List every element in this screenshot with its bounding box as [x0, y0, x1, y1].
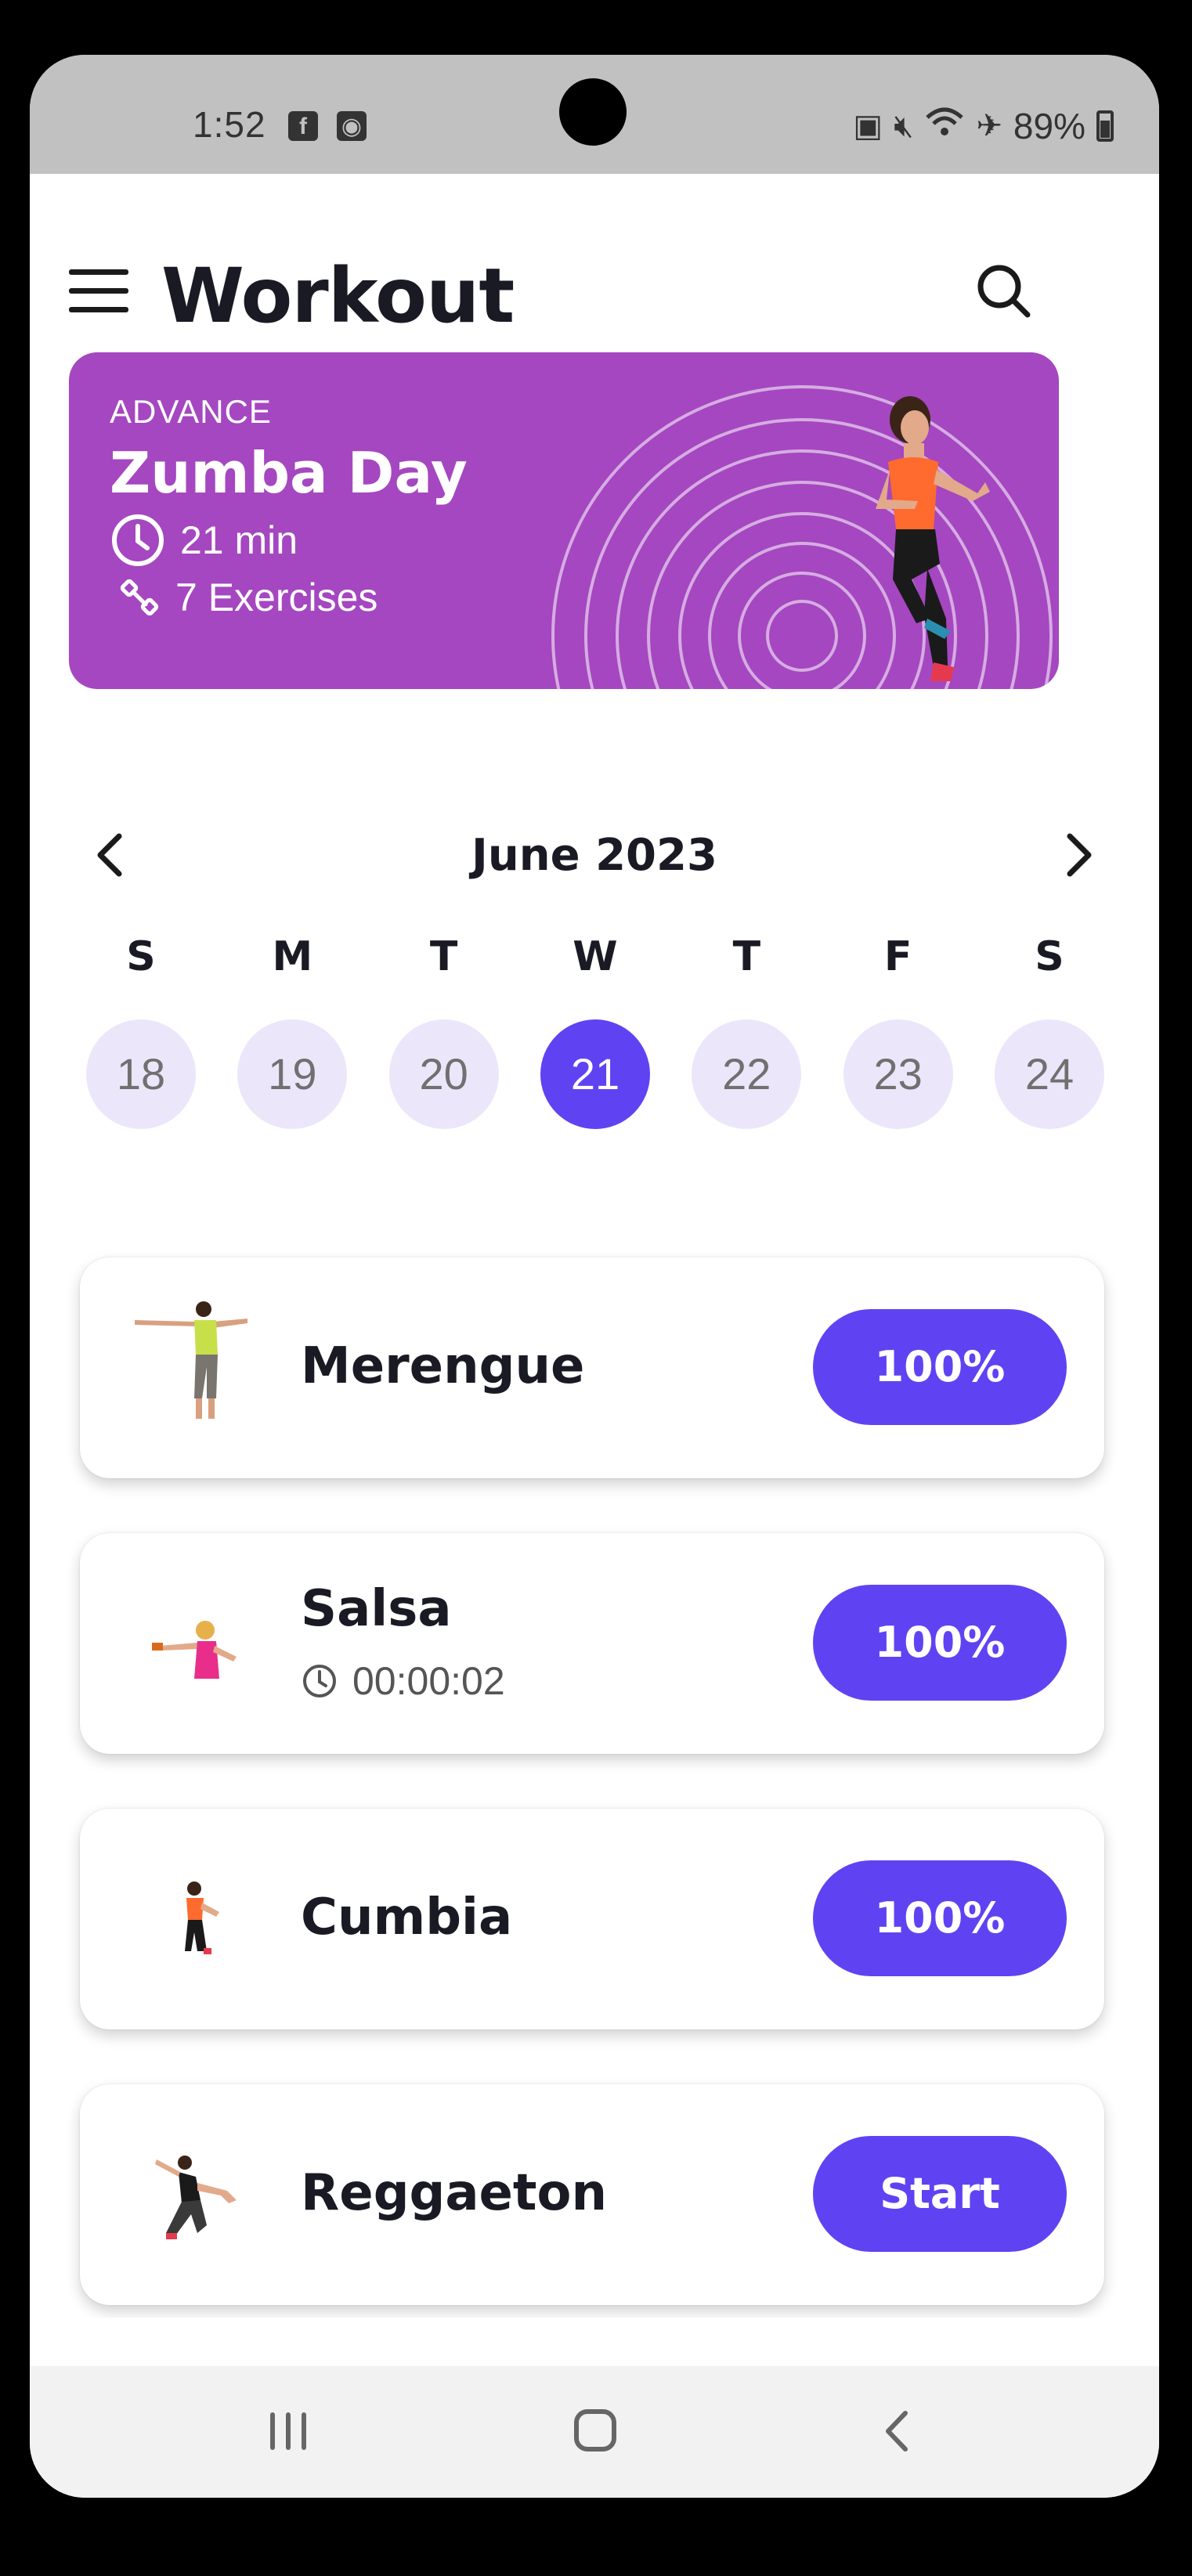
dancer-illustration [876, 396, 990, 681]
date-row: 18 19 20 21 22 23 24 [86, 1019, 1104, 1129]
workout-name: Salsa [301, 1580, 452, 1638]
workout-card-salsa[interactable]: Salsa 00:00:02 100% [80, 1533, 1104, 1754]
workout-progress-button[interactable]: 100% [813, 1860, 1067, 1976]
status-right-icons: ▣ 🔇︎ ✈ 89% [853, 105, 1114, 147]
workout-card-cumbia[interactable]: Cumbia 100% [80, 1809, 1104, 2029]
weekday-row: S M T W T F S [86, 933, 1104, 980]
merengue-dancer-thumbnail [135, 1301, 247, 1419]
workout-name: Merengue [301, 1337, 585, 1395]
weekday-label: S [1035, 933, 1064, 980]
facebook-icon: f [288, 111, 318, 141]
salsa-dancer-thumbnail [152, 1621, 237, 1679]
workout-progress-button[interactable]: 100% [813, 1309, 1067, 1425]
page-title: Workout [161, 252, 515, 340]
mute-icon: 🔇︎ [894, 108, 914, 143]
clock-icon [303, 1665, 336, 1697]
date-cell[interactable]: 18 [86, 1019, 196, 1129]
screen: 1:52 f ◉ ▣ 🔇︎ ✈ 89% Workout ADVANCE Zumb… [30, 55, 1159, 2498]
app-notification-icon: ◉ [337, 111, 367, 141]
status-time: 1:52 [193, 104, 266, 145]
date-cell[interactable]: 24 [994, 1019, 1104, 1129]
weekday-label: T [429, 933, 458, 980]
wifi-icon [924, 106, 965, 146]
airplane-icon: ✈ [976, 109, 1002, 143]
workout-card-merengue[interactable]: Merengue 100% [80, 1257, 1104, 1478]
search-icon[interactable] [974, 262, 1034, 321]
start-workout-button[interactable]: Start [813, 2136, 1067, 2252]
battery-percent: 89% [1013, 106, 1085, 146]
weekday-label: T [732, 933, 761, 980]
workout-card-reggaeton[interactable]: Reggaeton Start [80, 2084, 1104, 2305]
weekday-label: M [272, 933, 313, 980]
weekday-label: S [126, 933, 156, 980]
home-icon[interactable] [564, 2404, 627, 2459]
date-cell[interactable]: 22 [692, 1019, 802, 1129]
workout-level: ADVANCE [110, 393, 272, 430]
app-header: Workout [30, 174, 1159, 340]
recent-apps-icon[interactable] [257, 2404, 320, 2459]
workout-name: Reggaeton [301, 2164, 608, 2222]
lock-battery-icon: ▣ [853, 109, 883, 143]
reggaeton-dancer-thumbnail [155, 2156, 237, 2239]
duration-text: 21 min [180, 518, 298, 562]
chevron-right-icon[interactable] [1057, 824, 1104, 886]
camera-cutout [559, 78, 627, 146]
featured-workout-name: Zumba Day [110, 440, 468, 506]
date-cell[interactable]: 19 [237, 1019, 348, 1129]
workout-progress-button[interactable]: 100% [813, 1585, 1067, 1701]
hamburger-menu-icon[interactable] [69, 269, 130, 313]
back-icon[interactable] [866, 2404, 929, 2459]
list-clip-area [30, 2318, 1159, 2366]
status-bar: 1:52 f ◉ ▣ 🔇︎ ✈ 89% [30, 55, 1159, 174]
weekday-label: W [573, 933, 618, 980]
elapsed-time-text: 00:00:02 [352, 1659, 505, 1703]
workout-exercise-count: 7 Exercises [119, 575, 377, 620]
weekday-label: F [883, 933, 912, 980]
workout-duration: 21 min [110, 512, 298, 568]
dumbbell-icon [120, 579, 159, 616]
system-navigation-bar [30, 2366, 1159, 2498]
exercise-count-text: 7 Exercises [175, 575, 378, 619]
battery-icon [1096, 110, 1114, 142]
clock-icon [112, 514, 164, 566]
calendar-month: June 2023 [471, 830, 717, 881]
device-frame: 1:52 f ◉ ▣ 🔇︎ ✈ 89% Workout ADVANCE Zumb… [0, 0, 1192, 2576]
date-cell-selected[interactable]: 21 [540, 1019, 650, 1129]
workout-name: Cumbia [301, 1889, 513, 1946]
workout-elapsed-time: 00:00:02 [301, 1658, 505, 1704]
featured-workout-banner[interactable]: ADVANCE Zumba Day 21 min 7 Exercises [69, 352, 1059, 689]
cumbia-dancer-thumbnail [185, 1881, 219, 1954]
date-cell[interactable]: 20 [388, 1019, 499, 1129]
date-cell[interactable]: 23 [843, 1019, 953, 1129]
